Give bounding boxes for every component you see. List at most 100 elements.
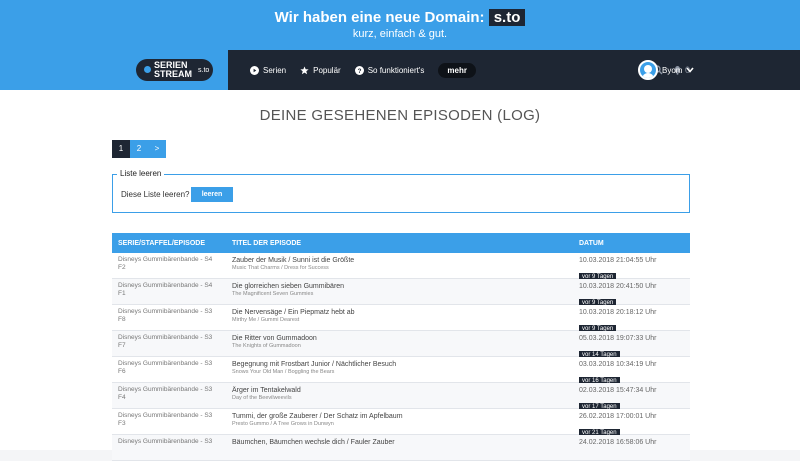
table-row[interactable]: Disneys Gummibärenbande - S3 Bäumchen, Bä… [112,435,690,461]
table-row[interactable]: Disneys Gummibärenbande - S3 F3 Tummi, der… [112,409,690,437]
title-cell[interactable]: Die Nervensäge / Ein Piepmatz hebt ab Mir… [226,305,573,330]
site-logo[interactable]: SERIEN STREAM s.to [136,59,213,81]
series-cell[interactable]: Disneys Gummibärenbande - S3 F7 [112,331,226,356]
date-cell: 10.03.2018 21:04:55 Uhr vor 9 Tagen [573,253,657,281]
menu-item-label: Populär [313,65,341,75]
menu-item-so-funktionierts[interactable]: ? So funktioniert's [354,65,425,75]
clear-list-question: Diese Liste leeren? [121,190,190,199]
watched-date: 10.03.2018 21:04:55 Uhr [579,257,657,264]
date-cell: 10.03.2018 20:18:12 Uhr vor 9 Tagen [573,305,657,333]
series-name: Disneys Gummibärenbande - S3 [118,412,213,419]
episode-original-title: Day of the Beevilweevils [232,395,292,401]
episode-title: Die Nervensäge / Ein Piepmatz hebt ab [232,309,355,316]
table-row[interactable]: Disneys Gummibärenbande - S4 F1 Die glorre… [112,279,690,307]
menu-item-serien[interactable]: Serien [250,65,287,75]
table-row[interactable]: Disneys Gummibärenbande - S3 F4 Ärger im T… [112,383,690,411]
banner-domain-badge: s.to [488,9,526,26]
watched-date: 26.02.2018 17:00:01 Uhr [579,413,657,420]
banner-text: Wir haben eine neue Domain: [274,9,485,26]
chevron-down-icon [686,67,695,73]
avatar [638,60,658,80]
table-header: SERIE/STAFFEL/EPISODE TITEL DER EPISODE … [112,233,690,253]
episode-title: Tummi, der große Zauberer / Der Schatz i… [232,413,403,420]
table-body: Disneys Gummibärenbande - S4 F2 Zauber der… [112,253,690,461]
watched-date: 10.03.2018 20:41:50 Uhr [579,283,657,290]
logo-area: SERIEN STREAM s.to [0,50,228,90]
logo-dot-icon [144,66,151,73]
title-cell[interactable]: Bäumchen, Bäumchen wechsle dich / Fauler… [226,435,573,460]
title-cell[interactable]: Zauber der Musik / Sunni ist die Größte M… [226,253,573,278]
top-navigation: SERIEN STREAM s.to Serien Populär ? So f… [0,50,800,90]
episode-code: F2 [118,264,126,271]
series-cell[interactable]: Disneys Gummibärenbande - S3 F6 [112,357,226,382]
title-cell[interactable]: Begegnung mit Frostbart Junior / Nächtli… [226,357,573,382]
series-cell[interactable]: Disneys Gummibärenbande - S3 F3 [112,409,226,434]
column-header-date: DATUM [579,239,604,247]
column-header-series: SERIE/STAFFEL/EPISODE [118,239,205,247]
watched-date: 10.03.2018 20:18:12 Uhr [579,309,657,316]
next-page-button[interactable]: > [148,140,166,158]
banner-headline: Wir haben eine neue Domain: s.to [0,9,800,26]
episode-code: F1 [118,290,126,297]
page-2-button[interactable]: 2 [130,140,148,158]
main-content: DEINE GESEHENEN EPISODEN (LOG) 1 2 > Lis… [0,90,800,461]
episode-original-title: Snows Your Old Man / Boggling the Bears [232,369,335,375]
episode-code: F7 [118,342,126,349]
table-row[interactable]: Disneys Gummibärenbande - S3 F7 Die Ritter… [112,331,690,359]
series-name: Disneys Gummibärenbande - S4 [118,256,213,263]
page-1-button[interactable]: 1 [112,140,130,158]
table-row[interactable]: Disneys Gummibärenbande - S4 F2 Zauber der… [112,253,690,281]
date-cell: 26.02.2018 17:00:01 Uhr vor 21 Tagen [573,409,657,437]
clear-list-box: Liste leeren Diese Liste leeren? leeren [112,169,690,213]
menu-item-populaer[interactable]: Populär [300,66,341,75]
page-title: DEINE GESEHENEN EPISODEN (LOG) [259,107,541,124]
clear-list-button[interactable]: leeren [191,187,233,202]
star-icon [300,65,309,74]
series-name: Disneys Gummibärenbande - S4 [118,282,213,289]
series-cell[interactable]: Disneys Gummibärenbande - S3 [112,435,226,460]
watched-date: 05.03.2018 19:07:33 Uhr [579,335,657,342]
episode-title: Die glorreichen sieben Gummibären [232,283,345,290]
menu-item-label: So funktioniert's [367,65,425,75]
clear-list-legend: Liste leeren [117,169,165,178]
domain-banner: Wir haben eine neue Domain: s.to kurz, e… [0,0,800,50]
main-menu: Serien Populär ? So funktioniert's mehr [250,50,476,90]
episode-title: Begegnung mit Frostbart Junior / Nächtli… [232,361,397,368]
series-cell[interactable]: Disneys Gummibärenbande - S3 F4 [112,383,226,408]
menu-item-label: Serien [263,65,287,75]
logo-line2: STREAM [154,69,192,79]
episode-code: F8 [118,316,126,323]
table-row[interactable]: Disneys Gummibärenbande - S3 F8 Die Nerven… [112,305,690,333]
watched-date: 02.03.2018 15:47:34 Uhr [579,387,657,394]
title-cell[interactable]: Ärger im Tentakelwald Day of the Beevilwe… [226,383,573,408]
banner-subtitle: kurz, einfach & gut. [352,28,448,40]
series-cell[interactable]: Disneys Gummibärenbande - S4 F2 [112,253,226,278]
episode-code: F6 [118,368,126,375]
more-button[interactable]: mehr [438,62,476,78]
title-cell[interactable]: Tummi, der große Zauberer / Der Schatz i… [226,409,573,434]
episode-original-title: Music That Charms / Dress for Success [232,265,329,271]
pagination: 1 2 > [112,140,166,158]
title-cell[interactable]: Die Ritter von Gummadoon The Knights of G… [226,331,573,356]
series-cell[interactable]: Disneys Gummibärenbande - S3 F8 [112,305,226,330]
series-name: Disneys Gummibärenbande - S3 [118,308,213,315]
title-cell[interactable]: Die glorreichen sieben Gummibären The Mag… [226,279,573,304]
watched-date: 24.02.2018 16:58:06 Uhr [579,439,657,446]
episode-code: F4 [118,394,126,401]
episode-title: Die Ritter von Gummadoon [232,335,317,342]
episode-title: Bäumchen, Bäumchen wechsle dich / Fauler… [232,439,395,446]
date-cell: 05.03.2018 19:07:33 Uhr vor 14 Tagen [573,331,657,359]
episode-title: Zauber der Musik / Sunni ist die Größte [232,257,355,264]
user-menu[interactable]: Byom [638,60,695,80]
date-cell: 24.02.2018 16:58:06 Uhr [573,435,656,460]
episode-original-title: The Knights of Gummadoon [232,343,301,349]
series-name: Disneys Gummibärenbande - S3 [118,386,213,393]
table-row[interactable]: Disneys Gummibärenbande - S3 F6 Begegnung … [112,357,690,385]
date-cell: 02.03.2018 15:47:34 Uhr vor 17 Tagen [573,383,657,411]
play-icon [250,65,259,75]
series-cell[interactable]: Disneys Gummibärenbande - S4 F1 [112,279,226,304]
column-header-title: TITEL DER EPISODE [232,239,302,247]
watched-date: 03.03.2018 10:34:19 Uhr [579,361,657,368]
episode-log-table: SERIE/STAFFEL/EPISODE TITEL DER EPISODE … [112,233,690,461]
date-cell: 03.03.2018 10:34:19 Uhr vor 16 Tagen [573,357,657,385]
